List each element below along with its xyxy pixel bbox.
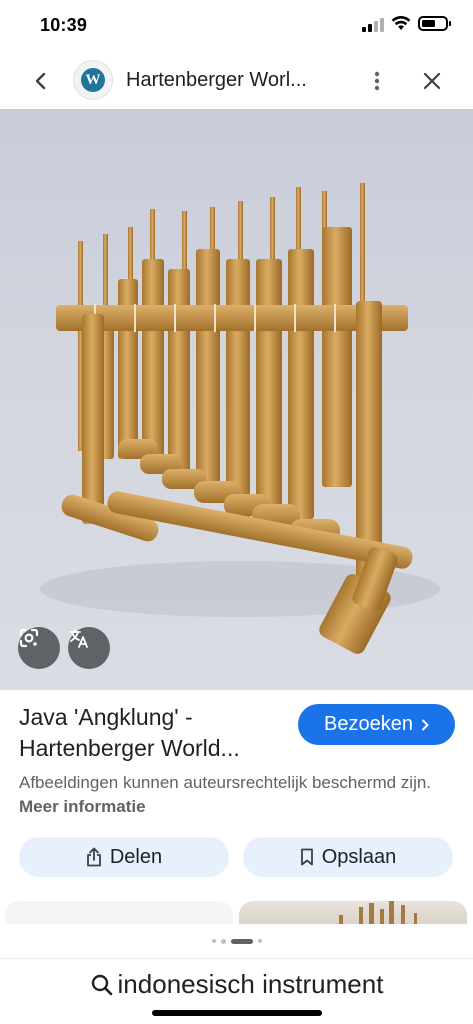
bookmark-icon — [300, 848, 313, 866]
home-indicator — [152, 1010, 322, 1016]
share-button[interactable]: Delen — [19, 837, 229, 877]
bottom-search-bar[interactable]: indonesisch instrument — [0, 958, 473, 1024]
carousel-pager — [0, 924, 473, 958]
copyright-text: Afbeeldingen kunnen auteursrechtelijk be… — [19, 773, 432, 792]
pager-dot — [211, 939, 216, 943]
more-options-button[interactable] — [362, 66, 392, 96]
visit-label: Bezoeken — [324, 713, 413, 735]
more-info-link[interactable]: Meer informatie — [19, 797, 146, 816]
copyright-notice: Afbeeldingen kunnen auteursrechtelijk be… — [19, 771, 459, 819]
result-image[interactable] — [0, 109, 473, 690]
google-lens-button[interactable] — [18, 627, 60, 669]
viewer-header: W Hartenberger Worl... — [0, 52, 473, 109]
angklung-photo — [40, 183, 440, 654]
pager-dot-active — [230, 938, 253, 944]
translate-button[interactable] — [68, 627, 110, 669]
status-bar: 10:39 — [0, 0, 473, 52]
close-icon — [423, 72, 441, 90]
battery-icon — [418, 16, 451, 31]
google-lens-icon — [19, 628, 39, 648]
save-label: Opslaan — [321, 845, 397, 868]
back-arrow-icon — [35, 72, 46, 90]
status-time: 10:39 — [40, 15, 88, 35]
close-button[interactable] — [417, 66, 447, 96]
search-query-text: indonesisch instrument — [117, 969, 384, 999]
pager-dot — [220, 938, 226, 944]
save-button[interactable]: Opslaan — [243, 837, 453, 877]
visit-button[interactable]: Bezoeken — [298, 704, 455, 745]
wifi-icon — [391, 15, 411, 31]
wordpress-icon: W — [81, 68, 105, 92]
site-favicon: W — [73, 60, 113, 100]
share-label: Delen — [109, 845, 163, 868]
cellular-signal-icon — [362, 18, 384, 32]
page-title[interactable]: Hartenberger Worl... — [126, 69, 346, 92]
share-icon — [86, 847, 101, 867]
back-button[interactable] — [26, 66, 56, 96]
search-query[interactable]: indonesisch instrument — [0, 969, 473, 1000]
translate-icon — [69, 629, 88, 648]
result-title[interactable]: Java 'Angklung' - Hartenberger World... — [19, 702, 284, 764]
search-icon — [91, 974, 112, 995]
pager-dot — [257, 939, 262, 943]
more-vert-icon — [374, 71, 380, 91]
chevron-right-icon — [421, 719, 429, 730]
